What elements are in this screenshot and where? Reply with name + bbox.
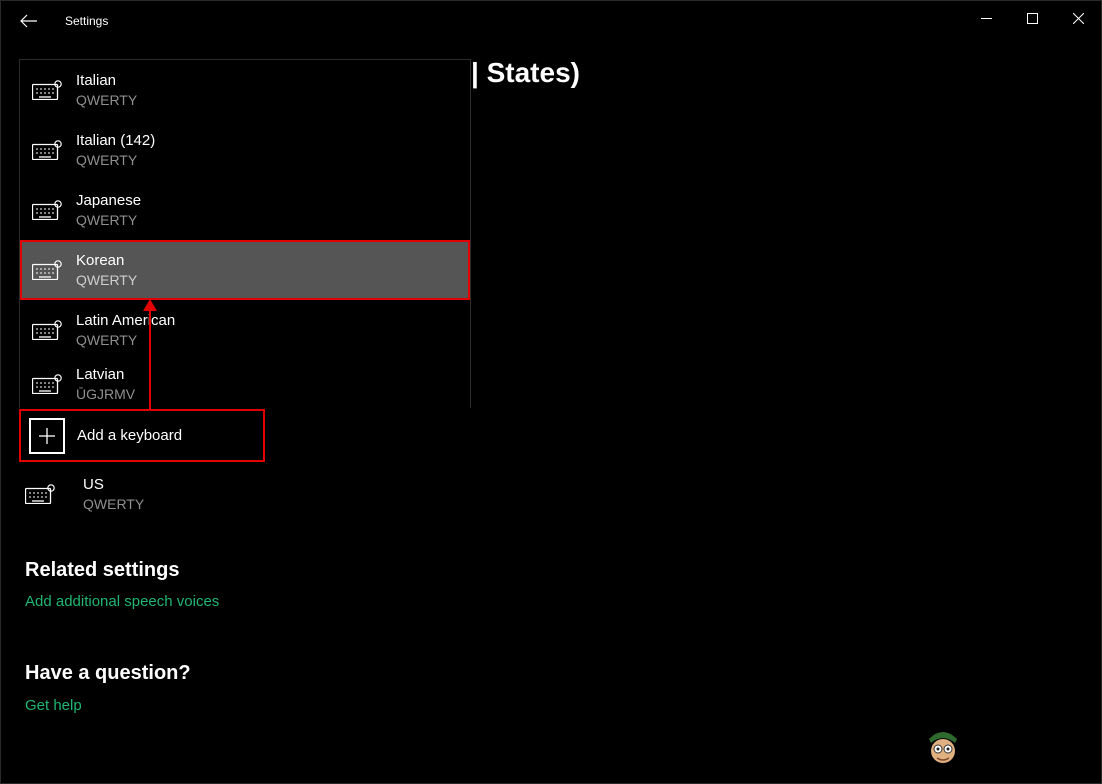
keyboard-option-italian[interactable]: ItalianQWERTY bbox=[20, 60, 470, 120]
app-title: Settings bbox=[65, 14, 108, 28]
keyboard-option-label: Italian bbox=[76, 71, 137, 91]
keyboard-icon bbox=[32, 200, 62, 220]
keyboard-option-italian-142[interactable]: Italian (142)QWERTY bbox=[20, 120, 470, 180]
keyboard-option-latin-american[interactable]: Latin AmericanQWERTY bbox=[20, 300, 470, 360]
keyboard-option-label: Italian (142) bbox=[76, 131, 155, 151]
maximize-button[interactable] bbox=[1009, 1, 1055, 35]
keyboard-option-korean[interactable]: KoreanQWERTY bbox=[20, 240, 470, 300]
annotation-arrow bbox=[149, 301, 151, 411]
plus-icon bbox=[29, 418, 65, 454]
installed-keyboard-name: US bbox=[83, 475, 144, 495]
keyboard-option-layout: ŪGJRMV bbox=[76, 385, 135, 403]
back-button[interactable] bbox=[17, 9, 41, 33]
keyboard-option-layout: QWERTY bbox=[76, 271, 137, 289]
add-keyboard-label: Add a keyboard bbox=[77, 427, 182, 444]
have-a-question-heading: Have a question? bbox=[25, 662, 191, 685]
keyboard-option-layout: QWERTY bbox=[76, 151, 155, 169]
add-keyboard-button[interactable]: Add a keyboard bbox=[19, 409, 265, 462]
keyboard-option-japanese[interactable]: JapaneseQWERTY bbox=[20, 180, 470, 240]
keyboard-option-label: Korean bbox=[76, 251, 137, 271]
page-heading-fragment: | States) bbox=[471, 57, 580, 89]
keyboard-icon bbox=[32, 80, 62, 100]
keyboard-option-latvian[interactable]: LatvianŪGJRMV bbox=[20, 360, 470, 408]
keyboard-option-layout: QWERTY bbox=[76, 331, 175, 349]
keyboard-option-label: Latin American bbox=[76, 311, 175, 331]
mascot-icon bbox=[925, 729, 961, 765]
installed-keyboard-us[interactable]: US QWERTY bbox=[25, 475, 144, 513]
minimize-button[interactable] bbox=[963, 1, 1009, 35]
annotation-arrow-head bbox=[143, 299, 157, 311]
get-help-link[interactable]: Get help bbox=[25, 697, 82, 714]
keyboard-icon bbox=[32, 140, 62, 160]
keyboard-icon bbox=[25, 484, 55, 504]
add-speech-voices-link[interactable]: Add additional speech voices bbox=[25, 593, 219, 610]
keyboard-option-layout: QWERTY bbox=[76, 91, 137, 109]
related-settings-heading: Related settings bbox=[25, 559, 179, 582]
keyboard-icon bbox=[32, 320, 62, 340]
keyboard-option-label: Japanese bbox=[76, 191, 141, 211]
keyboard-option-label: Latvian bbox=[76, 365, 135, 385]
keyboard-icon bbox=[32, 374, 62, 394]
close-button[interactable] bbox=[1055, 1, 1101, 35]
keyboard-icon bbox=[32, 260, 62, 280]
installed-keyboard-layout: QWERTY bbox=[83, 495, 144, 513]
keyboard-dropdown[interactable]: ItalianQWERTY Italian (142)QWERTY Japane… bbox=[19, 59, 471, 408]
keyboard-option-layout: QWERTY bbox=[76, 211, 141, 229]
